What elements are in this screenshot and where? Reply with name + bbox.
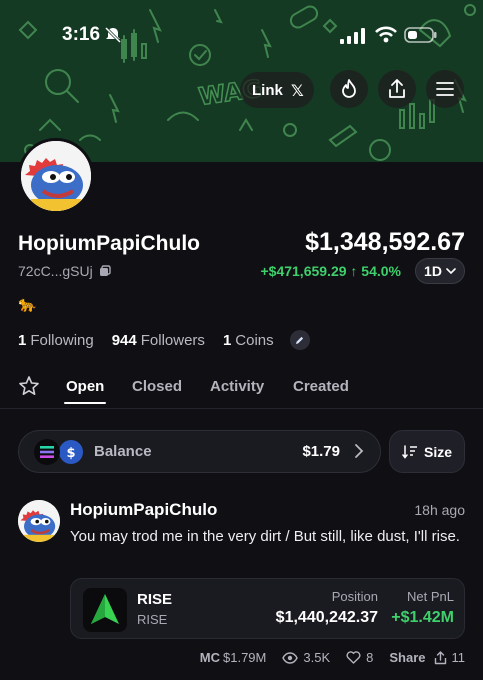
profile-banner: WAG 3:16 Link 𝕏: [0, 0, 483, 162]
post-footer: MC $1.79M 3.5K 8 Share 11: [200, 650, 465, 665]
coins-count: 1: [222, 331, 232, 349]
upload-icon: [389, 79, 405, 98]
green-arrow-up-icon: [91, 594, 119, 624]
coins-stat[interactable]: 1 Coins: [223, 332, 274, 349]
pepe-avatar-image: [21, 141, 91, 211]
eye-icon: [282, 651, 299, 664]
battery-icon: [404, 27, 437, 43]
position-value: $1,440,242.37: [275, 609, 378, 626]
portfolio-pnl: +$471,659.29 ↑ 54.0%: [260, 263, 401, 279]
following-count: 1: [18, 331, 27, 349]
leopard-emoji: 🐆: [18, 296, 37, 313]
share-icon: [434, 650, 446, 664]
menu-button[interactable]: [426, 70, 464, 108]
share-label: Share: [389, 650, 426, 665]
chevron-right-icon: [355, 444, 364, 458]
tab-closed[interactable]: Closed: [132, 378, 182, 395]
edit-profile-button[interactable]: [289, 330, 310, 350]
balance-token-icons: $: [34, 439, 83, 465]
post-author-avatar[interactable]: [18, 500, 60, 542]
status-time: 3:16: [62, 24, 101, 45]
shares-value: 11: [451, 650, 466, 665]
status-bar: 3:16: [0, 24, 483, 48]
coin-position-card[interactable]: RISE RISE Position Net PnL $1,440,242.37…: [70, 578, 465, 639]
coin-logo: [83, 588, 127, 632]
tab-created[interactable]: Created: [293, 378, 349, 395]
share-post-button[interactable]: Share 11: [389, 650, 465, 665]
link-x-button[interactable]: Link 𝕏: [240, 72, 314, 108]
followers-count: 944: [111, 331, 137, 349]
svg-text:$: $: [66, 446, 75, 461]
following-label: Following: [30, 331, 94, 349]
hamburger-menu-icon: [436, 82, 454, 96]
wifi-icon: [375, 26, 397, 43]
likes-value: 8: [366, 650, 374, 665]
net-pnl-value: +$1.42M: [391, 609, 454, 626]
link-label: Link: [252, 81, 283, 99]
period-label: 1D: [424, 263, 442, 279]
profile-stats: 1 Following 944 Followers 1 Coins: [18, 330, 310, 350]
market-cap: MC $1.79M: [200, 650, 267, 665]
sort-icon: [402, 444, 417, 459]
balance-label: Balance: [94, 443, 152, 460]
x-logo-icon: 𝕏: [290, 80, 304, 100]
size-label: Size: [423, 443, 452, 460]
followers-stat[interactable]: 944 Followers: [112, 332, 205, 349]
tab-activity[interactable]: Activity: [210, 378, 264, 395]
size-sort-button[interactable]: Size: [389, 430, 465, 473]
pencil-icon: [296, 336, 304, 344]
views-count: 3.5K: [282, 650, 330, 665]
flame-icon: [342, 79, 356, 98]
profile-tabs: Open Closed Activity Created: [0, 372, 483, 406]
like-button[interactable]: 8: [346, 650, 373, 665]
flame-button[interactable]: [330, 70, 368, 108]
profile-avatar[interactable]: [18, 138, 94, 214]
coin-symbol: RISE: [137, 612, 168, 627]
wallet-address-text: 72cC...gSUj: [18, 263, 93, 279]
cellular-signal-icon: [340, 28, 365, 44]
heart-icon: [346, 651, 361, 664]
coin-name: RISE: [137, 591, 173, 608]
profile-name: HopiumPapiChulo: [18, 232, 200, 255]
post-timestamp: 18h ago: [414, 502, 465, 518]
balance-value: $1.79: [302, 443, 340, 460]
portfolio-value: $1,348,592.67: [305, 228, 465, 256]
copy-icon[interactable]: [99, 265, 111, 277]
tabs-divider: [0, 408, 483, 409]
pepe-avatar-image: [18, 500, 60, 542]
position-header: Position: [331, 589, 378, 604]
wallet-address[interactable]: 72cC...gSUj: [18, 263, 111, 279]
period-selector[interactable]: 1D: [415, 258, 465, 284]
post-body: You may trod me in the very dirt / But s…: [70, 528, 460, 545]
share-button[interactable]: [378, 70, 416, 108]
market-cap-label: MC: [199, 650, 220, 665]
bell-slash-icon: [104, 26, 122, 44]
tab-open[interactable]: Open: [66, 378, 104, 395]
active-tab-indicator: [64, 402, 106, 404]
market-cap-value: $1.79M: [223, 650, 267, 665]
coins-label: Coins: [235, 331, 274, 349]
views-value: 3.5K: [303, 650, 331, 665]
balance-row[interactable]: $ Balance $1.79: [18, 430, 381, 473]
post-author-name[interactable]: HopiumPapiChulo: [70, 500, 217, 520]
net-pnl-header: Net PnL: [407, 589, 454, 604]
followers-label: Followers: [140, 331, 205, 349]
chevron-down-icon: [446, 267, 456, 274]
star-icon[interactable]: [18, 375, 40, 397]
following-stat[interactable]: 1 Following: [18, 332, 94, 349]
